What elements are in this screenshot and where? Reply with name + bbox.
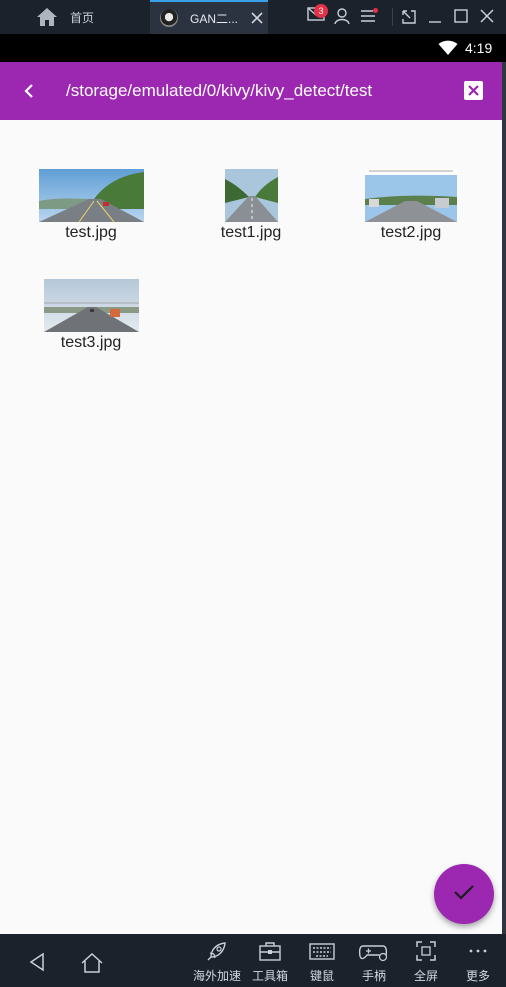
android-statusbar: 4:19 xyxy=(0,34,506,62)
nav-back-icon[interactable] xyxy=(28,952,46,977)
maximize-icon[interactable] xyxy=(454,9,468,28)
more-icon xyxy=(469,949,487,953)
thumbnail-image xyxy=(224,169,278,222)
file-item[interactable]: test1.jpg xyxy=(191,169,311,242)
file-name: test1.jpg xyxy=(220,224,282,241)
tab-home[interactable]: 首页 xyxy=(0,0,148,34)
app-avatar-icon xyxy=(160,9,178,27)
user-icon[interactable] xyxy=(334,7,350,30)
mail-badge: 3 xyxy=(314,4,328,18)
toolbar-label: 更多 xyxy=(465,969,490,983)
toolbar-more-button[interactable]: 更多 xyxy=(453,940,503,984)
toolbar-toolbox-button[interactable]: 工具箱 xyxy=(245,940,295,984)
tab-close-icon[interactable] xyxy=(250,8,264,33)
gamepad-icon xyxy=(358,945,388,962)
toolbar-label: 键鼠 xyxy=(309,969,334,983)
file-name: test2.jpg xyxy=(380,224,442,241)
toolbar-label: 海外加速 xyxy=(192,969,241,983)
home-icon xyxy=(36,7,58,32)
file-name: test.jpg xyxy=(65,224,117,241)
window-close-icon[interactable] xyxy=(480,9,494,28)
keyboard-icon xyxy=(309,943,335,960)
rocket-icon xyxy=(207,942,226,961)
fullscreen-icon xyxy=(416,941,436,961)
thumbnail-image xyxy=(43,279,139,332)
tab-app[interactable]: GAN二... xyxy=(150,0,268,34)
check-icon xyxy=(453,883,475,906)
emulator-window: 首页 GAN二... 3 4:19 /storage/emulated/0/ki… xyxy=(0,0,506,987)
back-chevron-icon[interactable] xyxy=(18,80,40,102)
toolbar-label: 全屏 xyxy=(413,969,438,983)
status-time: 4:19 xyxy=(465,40,493,56)
file-chooser-appbar: /storage/emulated/0/kivy/kivy_detect/tes… xyxy=(0,62,502,120)
toolbar-label: 手柄 xyxy=(361,969,386,983)
tab-home-label: 首页 xyxy=(70,11,95,25)
toolbar-fullscreen-button[interactable]: 全屏 xyxy=(401,940,451,984)
confirm-button[interactable] xyxy=(434,864,494,924)
toolbox-icon xyxy=(259,942,281,961)
file-grid: test.jpg test1.jpg test2.jpg test3.jpg xyxy=(0,120,502,934)
window-titlebar: 首页 GAN二... 3 xyxy=(0,0,506,34)
toolbar-label: 工具箱 xyxy=(251,969,288,983)
tab-app-label: GAN二... xyxy=(190,12,239,26)
nav-home-icon[interactable] xyxy=(80,952,104,979)
close-chooser-icon[interactable] xyxy=(464,81,483,100)
notification-dot xyxy=(373,8,378,13)
minimize-icon[interactable] xyxy=(428,9,442,30)
divider xyxy=(392,8,393,26)
emulator-toolbar: 海外加速 工具箱 键鼠 手柄 全屏 更多 xyxy=(0,934,506,987)
current-path: /storage/emulated/0/kivy/kivy_detect/tes… xyxy=(66,81,373,100)
file-name: test3.jpg xyxy=(60,334,122,351)
window-edge xyxy=(502,62,506,934)
file-item[interactable]: test3.jpg xyxy=(31,279,151,352)
toolbar-gamepad-button[interactable]: 手柄 xyxy=(349,940,399,984)
thumbnail-image xyxy=(38,169,144,222)
file-item[interactable]: test.jpg xyxy=(31,169,151,242)
toolbar-accelerate-button[interactable]: 海外加速 xyxy=(192,940,242,984)
file-item[interactable]: test2.jpg xyxy=(351,169,471,242)
thumbnail-image xyxy=(365,169,457,222)
wifi-icon xyxy=(438,40,458,61)
resize-icon[interactable] xyxy=(401,9,417,30)
toolbar-keyboard-button[interactable]: 键鼠 xyxy=(297,940,347,984)
